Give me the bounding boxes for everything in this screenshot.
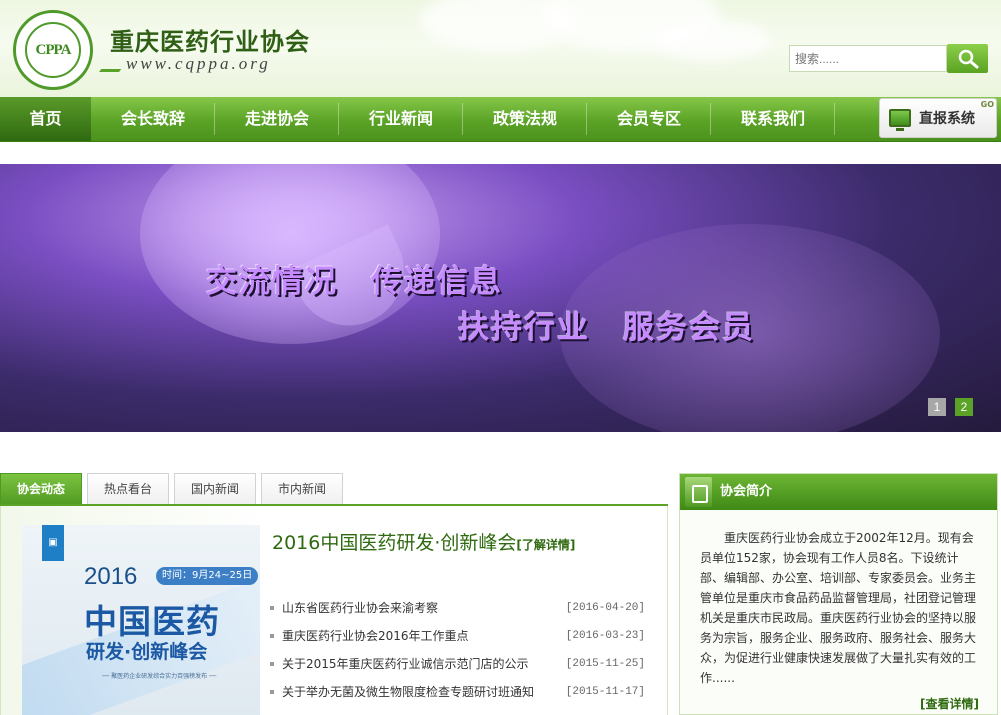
go-badge: GO	[980, 100, 994, 109]
banner-slogan-line1: 交流情况 传递信息	[206, 264, 503, 300]
news-date: [2015-11-17]	[565, 686, 645, 698]
direct-report-label: 直报系统	[919, 111, 975, 127]
list-item[interactable]: 关于2015年重庆医药行业诚信示范门店的公示 [2015-11-25]	[270, 652, 650, 680]
bullet-icon	[270, 606, 274, 610]
promo-subtitle: 研发·创新峰会	[86, 641, 208, 663]
tab-city-news[interactable]: 市内新闻	[261, 473, 343, 505]
nav-item-members[interactable]: 会员专区	[587, 97, 711, 141]
arrow-icon	[99, 58, 129, 72]
list-item[interactable]: 山东省医药行业协会来渝考察 [2016-04-20]	[270, 596, 650, 624]
nav-item-about[interactable]: 走进协会	[215, 97, 339, 141]
hero-banner[interactable]: 交流情况 传递信息 扶持行业 服务会员 1 2	[0, 164, 1001, 432]
main-nav: 首页 会长致辞 走进协会 行业新闻 政策法规 会员专区 联系我们	[0, 97, 1001, 142]
news-list: 山东省医药行业协会来渝考察 [2016-04-20] 重庆医药行业协会2016年…	[270, 596, 650, 708]
intro-title: 协会简介	[720, 484, 773, 499]
search-button[interactable]	[947, 44, 988, 73]
bullet-icon	[270, 690, 274, 694]
site-url: www.cqppa.org	[126, 54, 271, 73]
list-item[interactable]: 关于举办无菌及微生物限度检查专题研讨班通知 [2015-11-17]	[270, 680, 650, 708]
search-icon	[958, 49, 978, 68]
banner-page-1[interactable]: 1	[928, 398, 946, 416]
promo-date: 时间：9月24~25日	[156, 567, 259, 585]
nav-item-contact[interactable]: 联系我们	[711, 97, 835, 141]
bullet-icon	[270, 662, 274, 666]
tab-association-news[interactable]: 协会动态	[0, 473, 82, 505]
headline-more-link[interactable]: [了解详情]	[516, 538, 575, 552]
search-input[interactable]	[789, 45, 947, 72]
promo-title: 中国医药	[84, 602, 220, 641]
cloud-decoration	[650, 20, 770, 60]
direct-report-button[interactable]: 直报系统 GO	[879, 98, 997, 138]
news-date: [2015-11-25]	[565, 658, 645, 670]
monitor-icon	[889, 109, 911, 131]
nav-item-industry-news[interactable]: 行业新闻	[339, 97, 463, 141]
promo-caption: ── 聚医药企业研发综合实力百强榜发布 ──	[102, 673, 217, 680]
banner-page-2[interactable]: 2	[955, 398, 973, 416]
tab-hot-topics[interactable]: 热点看台	[87, 473, 169, 505]
logo-text: CPPA	[25, 22, 81, 78]
headline-title: 2016中国医药研发·创新峰会	[272, 532, 517, 554]
association-intro-panel: 协会简介 重庆医药行业协会成立于2002年12月。现有会员单位152家，协会现有…	[679, 473, 998, 715]
bullet-icon	[270, 634, 274, 638]
news-date: [2016-03-23]	[565, 630, 645, 642]
promo-year: 2016	[84, 563, 138, 590]
promo-tag-icon: ▣	[42, 525, 64, 561]
intro-text: 重庆医药行业协会成立于2002年12月。现有会员单位152家，协会现有工作人员8…	[700, 531, 977, 685]
news-date: [2016-04-20]	[565, 602, 645, 614]
news-title[interactable]: 山东省医药行业协会来渝考察	[282, 596, 438, 620]
nav-item-president-speech[interactable]: 会长致辞	[91, 97, 215, 141]
document-icon	[685, 477, 712, 507]
promo-image[interactable]: ▣ 2016 时间：9月24~25日 中国医药 研发·创新峰会 ── 聚医药企业…	[22, 525, 260, 715]
nav-item-policy[interactable]: 政策法规	[463, 97, 587, 141]
site-logo[interactable]: CPPA	[13, 10, 93, 90]
tab-domestic-news[interactable]: 国内新闻	[174, 473, 256, 505]
view-details-link[interactable]: [查看详情]	[920, 695, 979, 712]
news-title[interactable]: 关于举办无菌及微生物限度检查专题研讨班通知	[282, 680, 534, 704]
site-name: 重庆医药行业协会	[110, 27, 310, 56]
list-item[interactable]: 重庆医药行业协会2016年工作重点 [2016-03-23]	[270, 624, 650, 652]
news-title[interactable]: 重庆医药行业协会2016年工作重点	[282, 624, 469, 648]
news-title[interactable]: 关于2015年重庆医药行业诚信示范门店的公示	[282, 652, 529, 676]
banner-slogan-line2: 扶持行业 服务会员	[458, 310, 755, 346]
featured-headline[interactable]: 2016中国医药研发·创新峰会[了解详情]	[272, 528, 575, 555]
nav-item-home[interactable]: 首页	[0, 97, 91, 141]
intro-header: 协会简介	[680, 474, 997, 510]
